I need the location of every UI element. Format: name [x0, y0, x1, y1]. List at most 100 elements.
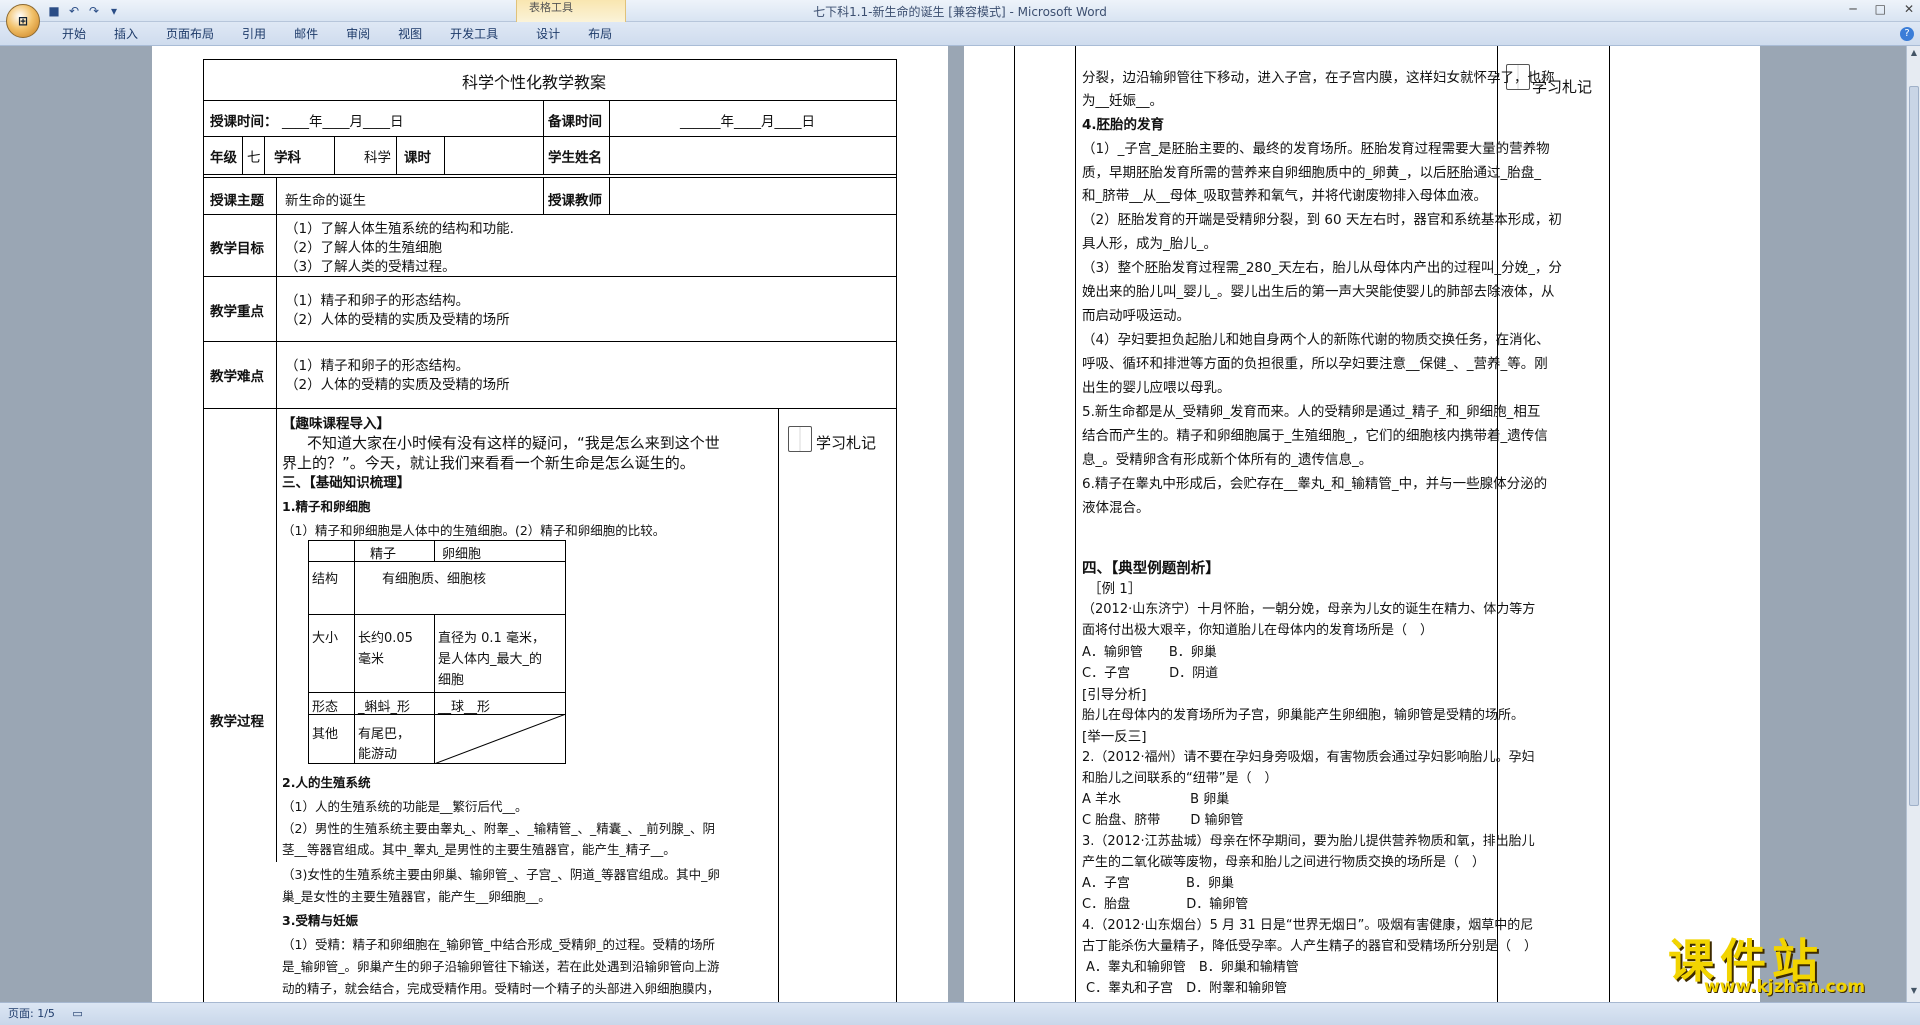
title-bar: 七下科1.1-新生命的诞生 [兼容模式] - Microsoft Word ─ … [0, 0, 1920, 22]
subheading: 2.人的生殖系统 [282, 775, 371, 790]
tab-table-design[interactable]: 设计 [522, 22, 574, 45]
row-label: 结构 [312, 572, 339, 587]
tab-references[interactable]: 引用 [228, 22, 280, 45]
body-line: 息_。受精卵含有形成新个体所有的_遗传信息_。 [1082, 452, 1373, 468]
body-line: （1）精子和卵细胞是人体中的生殖细胞。(2）精子和卵细胞的比较。 [282, 523, 666, 538]
tab-home[interactable]: 开始 [48, 22, 100, 45]
table-cell: 有细胞质、细胞核 [382, 572, 487, 587]
maximize-icon[interactable]: □ [1875, 2, 1886, 16]
office-button[interactable]: ⊞ [6, 4, 40, 38]
table-header: 精子 [370, 547, 397, 562]
body-line: （2）胚胎发育的开端是受精卵分裂，到 60 天左右时，器官和系统基本形成，初 [1082, 212, 1562, 228]
label-process: 教学过程 [210, 714, 264, 730]
goal-item: （3）了解人类的受精过程。 [285, 259, 456, 275]
body-line: 而启动呼吸运动。 [1082, 308, 1190, 324]
body-line: 动的精子，就会结合，完成受精作用。受精时一个精子的头部进入卵细胞膜内， [282, 981, 720, 996]
body-line: 分裂，边沿输卵管往下移动，进入子宫，在子宫内膜，这样妇女就怀孕了，也称 [1082, 70, 1555, 86]
section-heading: 三、【基础知识梳理】 [282, 475, 411, 491]
vertical-scrollbar[interactable]: ▲ ▼ [1906, 46, 1920, 1002]
body-line: （4）孕妇要担负起胎儿和她自身两个人的新陈代谢的物质交换任务，在消化、 [1082, 332, 1550, 348]
window-controls: ─ □ ✕ [1849, 2, 1914, 16]
body-line: 液体混合。 [1082, 500, 1150, 516]
answer-option: C 胎盘、脐带 D 输卵管 [1082, 813, 1244, 828]
scroll-down-icon[interactable]: ▼ [1909, 986, 1919, 995]
page-indicator[interactable]: 页面: 1/5 [8, 1007, 55, 1020]
minimize-icon[interactable]: ─ [1849, 2, 1856, 16]
page-1: 科学个性化教学教案 授课时间： ____年____月____日 备课时间 ___… [152, 46, 948, 1002]
table-cell: 直径为 0.1 毫米， [438, 631, 545, 646]
table-cell: 毫米 [358, 652, 385, 667]
label-theme: 授课主题 [210, 193, 264, 209]
section-heading: 【趣味课程导入】 [282, 416, 390, 432]
tab-view[interactable]: 视图 [384, 22, 436, 45]
table-cell: 细胞 [438, 673, 465, 688]
difficulty-item: （2）人体的受精的实质及受精的场所 [285, 377, 510, 393]
question-line: 3.（2012·江苏盐城）母亲在怀孕期间，要为胎儿提供营养物质和氧，排出胎儿 [1082, 834, 1535, 849]
save-icon[interactable]: ■ [46, 3, 62, 19]
value-grade[interactable]: 七 [247, 146, 261, 166]
tab-review[interactable]: 审阅 [332, 22, 384, 45]
table-cell: 是人体内_最大_的 [438, 652, 543, 667]
tab-page-layout[interactable]: 页面布局 [152, 22, 228, 45]
customize-qat-icon[interactable]: ▾ [106, 3, 122, 19]
label-key-points: 教学重点 [210, 304, 264, 320]
logo-url: www.kjzhan.com [1704, 977, 1866, 997]
table-cell: _蝌蚪_形 [358, 700, 411, 715]
watermark-logo: 课件站 www.kjzhan.com [1668, 925, 1908, 1001]
body-line: 茎__等器官组成。其中_睾丸_是男性的主要生殖器官，能产生_精子__。 [282, 842, 676, 857]
label-prep-time: 备课时间 [548, 114, 602, 130]
practice-label: [举一反三] [1082, 729, 1147, 745]
document-title: 七下科1.1-新生命的诞生 [兼容模式] - Microsoft Word [813, 5, 1107, 19]
value-prep-time[interactable]: ______年____月____日 [680, 110, 815, 130]
subheading: 3.受精与妊娠 [282, 913, 358, 928]
quick-access-toolbar: ■ ↶ ↷ ▾ [46, 2, 122, 20]
tab-insert[interactable]: 插入 [100, 22, 152, 45]
question-line: 2.（2012·福州）请不要在孕妇身旁吸烟，有害物质会通过孕妇影响胎儿。孕妇 [1082, 750, 1535, 765]
label-grade: 年级 [210, 150, 237, 166]
label-subject: 学科 [274, 150, 301, 166]
diagonal-cell [434, 714, 566, 764]
body-line: 娩出来的胎儿叫_婴儿_。婴儿出生后的第一声大哭能使婴儿的肺部去除液体，从 [1082, 284, 1555, 300]
question-line: 古丁能杀伤大量精子，降低受孕率。人产生精子的器官和受精场所分别是（ ） [1082, 939, 1538, 954]
ribbon-tabs: 开始 插入 页面布局 引用 邮件 审阅 视图 开发工具 设计 布局 [0, 22, 1920, 46]
redo-icon[interactable]: ↷ [86, 3, 102, 19]
value-teach-time[interactable]: ____年____月____日 [282, 110, 404, 130]
document-check-icon[interactable]: ▭ [72, 1007, 82, 1020]
notes-label: 学习札记 [816, 434, 877, 452]
row-label: 形态 [312, 700, 339, 715]
body-line: 为__妊娠__。 [1082, 93, 1163, 109]
tab-table-layout[interactable]: 布局 [574, 22, 626, 45]
analysis-label: [引导分析] [1082, 687, 1147, 703]
body-line: 5.新生命都是从_受精卵_发育而来。人的受精卵是通过_精子_和_卵细胞_相互 [1082, 404, 1541, 420]
intro-line: 不知道大家在小时候有没有这样的疑问，“我是怎么来到这个世 [307, 434, 720, 452]
goal-item: （2）了解人体的生殖细胞 [285, 240, 443, 256]
body-line: 巢_是女性的主要生殖器官，能产生__卵细胞__。 [282, 889, 551, 904]
answer-option: A．睾丸和输卵管 B．卵巢和输精管 [1086, 960, 1299, 975]
value-theme[interactable]: 新生命的诞生 [285, 189, 366, 209]
question-line: 产生的二氧化碳等废物，母亲和胎儿之间进行物质交换的场所是（ ） [1082, 855, 1486, 870]
body-line: （1）人的生殖系统的功能是__繁衍后代__。 [282, 799, 528, 814]
answer-option: C．睾丸和子宫 D．附睾和输卵管 [1086, 981, 1288, 996]
table-cell: 长约0.05 [358, 631, 413, 646]
table-cell: 能游动 [358, 747, 398, 762]
scroll-up-icon[interactable]: ▲ [1909, 48, 1919, 57]
tab-developer[interactable]: 开发工具 [436, 22, 512, 45]
body-line: 质，早期胚胎发育所需的营养来自卵细胞质中的_卵黄_，以后胚胎通过_胎盘_ [1082, 165, 1541, 181]
body-line: （1）受精：精子和卵细胞在_输卵管_中结合形成_受精卵_的过程。受精的场所 [282, 937, 715, 952]
body-line: 具人形，成为_胎儿_。 [1082, 236, 1217, 252]
key-item: （2）人体的受精的实质及受精的场所 [285, 312, 510, 328]
tab-mailings[interactable]: 邮件 [280, 22, 332, 45]
goal-item: （1）了解人体生殖系统的结构和功能. [285, 221, 514, 237]
close-icon[interactable]: ✕ [1904, 2, 1914, 16]
undo-icon[interactable]: ↶ [66, 3, 82, 19]
scroll-thumb[interactable] [1909, 86, 1919, 806]
label-teach-time: 授课时间： [210, 114, 278, 130]
difficulty-item: （1）精子和卵子的形态结构。 [285, 358, 470, 374]
intro-line: 界上的？”。今天，就让我们来看看一个新生命是怎么诞生的。 [282, 454, 695, 472]
value-subject[interactable]: 科学 [364, 146, 391, 166]
body-line: 呼吸、循环和排泄等方面的负担很重，所以孕妇要注意__保健_、_营养_等。刚 [1082, 356, 1548, 372]
answer-option: C．胎盘 D．输卵管 [1082, 897, 1249, 912]
row-label: 其他 [312, 727, 339, 742]
body-line: （2）男性的生殖系统主要由睾丸_、附睾_、_输精管_、_精囊_、_前列腺_、阴 [282, 821, 715, 836]
help-icon[interactable]: ? [1900, 27, 1914, 41]
